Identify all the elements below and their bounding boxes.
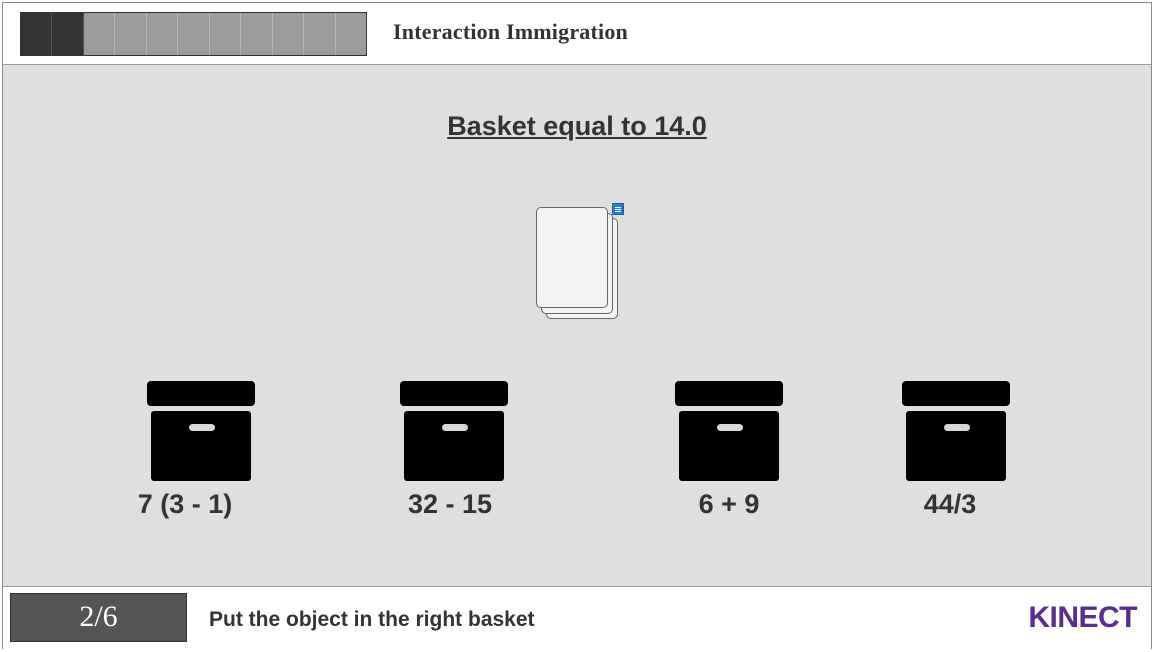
basket-4[interactable]: 44/3 [858, 381, 1058, 526]
progress-segment-pending [209, 13, 242, 55]
progress-segment-pending [83, 13, 116, 55]
basket-1[interactable]: 7 (3 - 1) [103, 381, 303, 526]
progress-segment-pending [178, 13, 210, 55]
basket-lid [147, 381, 255, 406]
progress-segment-pending [272, 13, 305, 55]
activity-stage: Basket equal to 14.0 7 (3 - 1) 32 - 15 6… [3, 65, 1151, 586]
footer-bar: 2/6 Put the object in the right basket K… [3, 586, 1151, 649]
basket-2[interactable]: 32 - 15 [356, 381, 556, 526]
progress-segment-pending [115, 13, 147, 55]
kinect-logo: KINECT [1028, 601, 1137, 634]
progress-bar [20, 12, 367, 56]
task-title: Basket equal to 14.0 [447, 111, 707, 141]
progress-segment-pending [304, 13, 336, 55]
basket-box [679, 411, 779, 481]
question-counter: 2/6 [10, 593, 187, 642]
basket-label: 7 (3 - 1) [137, 489, 233, 519]
basket-lid [400, 381, 508, 406]
progress-segment-pending [146, 13, 179, 55]
basket-label: 6 + 9 [698, 489, 760, 519]
app-window: Interaction Immigration Basket equal to … [2, 2, 1152, 649]
header-bar: Interaction Immigration [3, 3, 1151, 65]
basket-handle [717, 424, 743, 431]
note-icon[interactable] [612, 203, 624, 215]
basket-handle [944, 424, 970, 431]
basket-3[interactable]: 6 + 9 [631, 381, 831, 526]
app-title: Interaction Immigration [393, 19, 628, 44]
draggable-object[interactable] [536, 203, 624, 323]
basket-box [151, 411, 251, 481]
progress-segment-pending [241, 13, 273, 55]
basket-lid [902, 381, 1010, 406]
basket-handle [189, 424, 215, 431]
card-front [536, 207, 608, 308]
basket-label: 32 - 15 [407, 489, 493, 519]
basket-handle [442, 424, 468, 431]
basket-lid [675, 381, 783, 406]
progress-segment-pending [335, 13, 366, 55]
basket-box [906, 411, 1006, 481]
progress-segment-complete [21, 13, 53, 55]
instruction-hint: Put the object in the right basket [209, 608, 535, 631]
progress-segment-complete [52, 13, 84, 55]
basket-label: 44/3 [923, 489, 977, 519]
basket-box [404, 411, 504, 481]
